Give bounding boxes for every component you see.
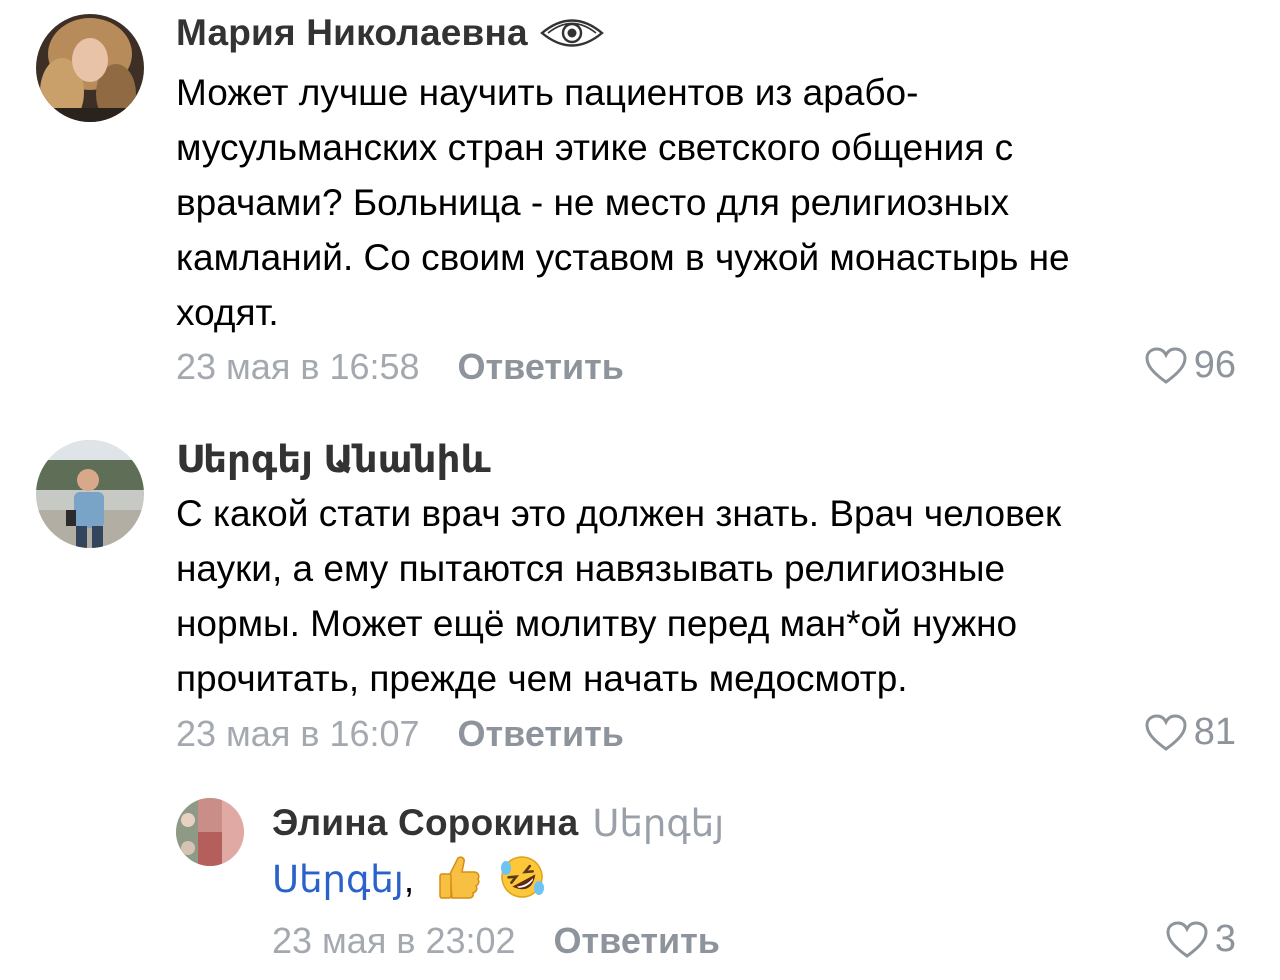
avatar[interactable] <box>36 14 144 122</box>
avatar[interactable] <box>36 440 144 548</box>
rolling-on-floor-laughing-emoji <box>500 856 544 898</box>
reply-button[interactable]: Ответить <box>554 920 720 962</box>
author-name[interactable]: Элина Сорокина <box>272 802 578 844</box>
comment-date[interactable]: 23 мая в 16:58 <box>176 346 420 388</box>
like-count: 3 <box>1214 918 1236 960</box>
comment-text: С какой стати врач это должен знать. Вра… <box>176 493 1062 699</box>
heart-icon <box>1166 920 1208 958</box>
like-button[interactable]: 3 <box>1165 918 1236 961</box>
avatar-photo <box>176 798 244 866</box>
like-button[interactable]: 81 <box>1144 711 1236 754</box>
comment-meta: 23 мая в 16:07 Ответить <box>176 713 624 755</box>
comment-meta: 23 мая в 16:58 Ответить <box>176 346 624 388</box>
author-name[interactable]: Սերգեյ Անանիև <box>176 438 491 481</box>
like-count: 96 <box>1193 344 1236 386</box>
reply-button[interactable]: Ответить <box>458 346 624 388</box>
avatar-photo <box>36 14 144 122</box>
author-row: Սերգեյ Անանիև <box>176 436 491 482</box>
avatar-photo <box>36 440 144 548</box>
mention-link[interactable]: Սերգեյ <box>272 859 404 900</box>
reply-to-name[interactable]: Սերգեյ <box>592 802 724 845</box>
heart-icon <box>1145 346 1187 384</box>
like-count: 81 <box>1193 711 1236 753</box>
like-button[interactable]: 96 <box>1144 344 1236 387</box>
author-row: Мария Николаевна <box>176 10 604 56</box>
reply-button[interactable]: Ответить <box>458 713 624 755</box>
comment-item: Мария Николаевна Может лучше научить пац… <box>0 0 1280 400</box>
heart-icon <box>1145 713 1187 751</box>
comment-item: Սերգեյ Անանիև С какой стати врач это дол… <box>0 420 1280 780</box>
comment-date[interactable]: 23 мая в 16:07 <box>176 713 420 755</box>
mention-suffix: , <box>403 859 415 900</box>
comment-text: Может лучше научить пациентов из арабо- … <box>176 72 1070 333</box>
avatar[interactable] <box>176 798 244 866</box>
comment-meta: 23 мая в 23:02 Ответить <box>272 920 720 962</box>
thumbs-up-emoji <box>439 856 480 899</box>
author-row: Элина Сорокина Սերգեյ <box>272 800 724 846</box>
comment-text: Սերգեյ, <box>272 852 1172 907</box>
comment-date[interactable]: 23 мая в 23:02 <box>272 920 516 962</box>
comment-item-reply: Элина Сорокина Սերգեյ Սերգեյ, 23 мая в 2… <box>0 790 1280 980</box>
eye-icon <box>539 19 604 47</box>
author-name[interactable]: Мария Николаевна <box>176 12 528 54</box>
